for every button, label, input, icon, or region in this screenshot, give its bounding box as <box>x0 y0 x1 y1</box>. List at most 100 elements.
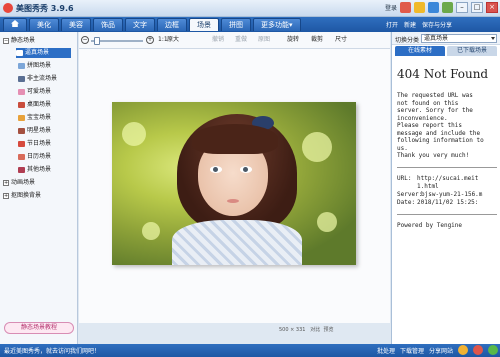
new-button[interactable]: 新建 <box>404 20 416 29</box>
girl-lips <box>227 199 239 203</box>
zoom-in-icon[interactable]: + <box>146 36 154 44</box>
sidebar-item-other[interactable]: 其他场景 <box>18 165 51 175</box>
nav-tabs: 美化 美容 饰品 文字 边框 场景 拼图 更多功能▾ <box>3 18 301 31</box>
tutorial-button[interactable]: 静态场景教程 <box>4 322 74 334</box>
girl-bangs <box>192 124 278 154</box>
weibo-icon[interactable] <box>458 345 468 355</box>
close-button[interactable]: × <box>486 2 498 13</box>
sidebar-item-cute[interactable]: 可爱场景 <box>18 87 51 97</box>
expand-icon: + <box>3 192 9 199</box>
preview-button[interactable]: 预览 <box>323 327 333 333</box>
canvas-footer: 500 × 331 对比 预览 <box>279 326 333 333</box>
category-animated[interactable]: + 动画场景 <box>3 178 35 188</box>
crop-button[interactable]: 裁剪 <box>311 36 323 44</box>
tab-accessories[interactable]: 饰品 <box>93 18 123 31</box>
sidebar-item-star[interactable]: 明星场景 <box>18 126 51 136</box>
scene-icon <box>18 62 25 69</box>
material-tabs: 在线素材 已下载场景 <box>395 46 497 56</box>
edit-toolbar: − + 1:1 原大 撤销 重做 原图 旋转 裁剪 尺寸 <box>79 32 390 49</box>
bokeh-light <box>142 222 160 240</box>
status-actions: 批处理 下载管理 分享网站 <box>377 345 498 355</box>
renren-icon[interactable] <box>473 345 483 355</box>
tab-home[interactable] <box>3 18 27 31</box>
rotate-button[interactable]: 旋转 <box>287 36 299 44</box>
share-site-button[interactable]: 分享网站 <box>429 346 453 355</box>
tab-beautify[interactable]: 美化 <box>29 18 59 31</box>
sidebar-item-nonmainstream[interactable]: 非主流场景 <box>18 74 57 84</box>
sidebar-item-festival[interactable]: 节日场景 <box>18 139 51 149</box>
bokeh-light <box>317 212 337 232</box>
scene-sidebar: − 静态场景 逼真场景 拼图场景 非主流场景 可爱场景 桌面场景 宝宝场景 明星场… <box>0 32 78 344</box>
qq-icon[interactable] <box>428 2 439 13</box>
error-url-row-cont: 1.html <box>417 182 439 190</box>
divider <box>397 166 497 168</box>
category-static[interactable]: − 静态场景 <box>3 36 35 46</box>
error-title: 404 Not Found <box>397 67 489 81</box>
scene-icon <box>18 114 25 121</box>
tab-text[interactable]: 文字 <box>125 18 155 31</box>
image-canvas[interactable]: 500 × 331 对比 预览 <box>79 49 390 333</box>
undo-button[interactable]: 撤销 <box>212 36 224 44</box>
scene-icon <box>18 153 25 160</box>
tab-downloaded-scenes[interactable]: 已下载场景 <box>447 46 497 56</box>
error-url-row: URL: http://sucai.meit <box>397 174 479 182</box>
sidebar-item-baby[interactable]: 宝宝场景 <box>18 113 51 123</box>
expand-icon: + <box>3 179 9 186</box>
error-footer: Powered by Tengine <box>397 221 463 229</box>
user-icon[interactable] <box>400 2 411 13</box>
maximize-button[interactable]: □ <box>471 2 483 13</box>
bokeh-light <box>302 132 332 162</box>
status-message[interactable]: 最近美图秀秀，就去访问我们网吧！ <box>4 346 100 355</box>
app-logo-icon <box>3 3 13 13</box>
open-button[interactable]: 打开 <box>386 20 398 29</box>
scene-icon <box>18 101 25 108</box>
scene-icon <box>18 127 25 134</box>
scene-icon <box>18 88 25 95</box>
add-share-icon[interactable] <box>488 345 498 355</box>
compare-button[interactable]: 对比 <box>310 327 320 333</box>
sidebar-item-collage[interactable]: 拼图场景 <box>18 61 51 71</box>
category-switcher: 切换分类 逼真场景 <box>392 32 500 45</box>
zoom-slider-handle[interactable] <box>94 37 100 45</box>
tab-frame[interactable]: 边框 <box>157 18 187 31</box>
sidebar-item-desktop[interactable]: 桌面场景 <box>18 100 51 110</box>
skin-icon[interactable] <box>442 2 453 13</box>
tab-collage[interactable]: 拼图 <box>221 18 251 31</box>
material-panel: 切换分类 逼真场景 在线素材 已下载场景 404 Not Found The r… <box>391 32 500 344</box>
edited-photo <box>112 102 356 265</box>
scene-icon <box>18 166 25 173</box>
scene-icon <box>16 49 23 56</box>
sidebar-item-realistic[interactable]: 逼真场景 <box>16 48 71 58</box>
tab-scene[interactable]: 场景 <box>189 18 219 31</box>
divider <box>397 213 497 215</box>
zoom-out-icon[interactable]: − <box>81 36 89 44</box>
home-icon <box>11 20 19 27</box>
image-dimensions: 500 × 331 <box>279 327 306 333</box>
sidebar-item-calendar[interactable]: 日历场景 <box>18 152 51 162</box>
weibo-icon[interactable] <box>414 2 425 13</box>
tab-more[interactable]: 更多功能▾ <box>253 18 301 31</box>
error-page: 404 Not Found The requested URL was not … <box>395 58 499 342</box>
login-link[interactable]: 登录 <box>385 3 397 12</box>
download-manager-button[interactable]: 下载管理 <box>400 346 424 355</box>
redo-button[interactable]: 重做 <box>235 36 247 44</box>
batch-button[interactable]: 批处理 <box>377 346 395 355</box>
category-select[interactable]: 逼真场景 <box>421 34 497 43</box>
girl-eye <box>240 166 252 173</box>
chevron-down-icon <box>491 37 495 40</box>
app-title: 美图秀秀 3.9.6 <box>16 4 74 13</box>
scene-icon <box>18 140 25 147</box>
tab-face[interactable]: 美容 <box>61 18 91 31</box>
restore-button[interactable]: 原图 <box>258 36 270 44</box>
title-bar-controls: 登录 – □ × <box>385 2 498 13</box>
error-server-row: Server: bjsw-yum-21-156.m <box>397 190 483 198</box>
save-share-button[interactable]: 保存与分享 <box>422 20 452 29</box>
tab-online-materials[interactable]: 在线素材 <box>395 46 445 56</box>
resize-button[interactable]: 尺寸 <box>335 36 347 44</box>
category-cutout[interactable]: + 抠图换背景 <box>3 191 41 201</box>
girl-eye <box>210 166 222 173</box>
minimize-button[interactable]: – <box>456 2 468 13</box>
girl-dress <box>172 220 302 265</box>
original-size-button[interactable]: 原大 <box>167 36 179 44</box>
error-message: The requested URL was not found on this … <box>397 92 484 159</box>
